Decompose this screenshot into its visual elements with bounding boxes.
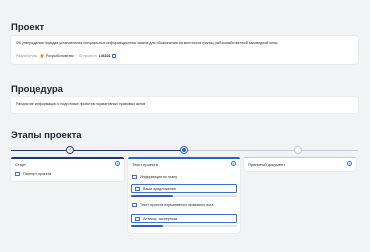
step-final-pending <box>294 146 302 154</box>
developer-name: Росрыболовство <box>45 54 74 58</box>
stage-title-text: Текст проекта <box>132 162 158 167</box>
info-icon[interactable]: i <box>115 161 120 166</box>
stage-column-start: Старт i Паспорт проекта <box>11 157 124 181</box>
developer-label: Разработчик <box>16 54 37 58</box>
stage-info-label: Информация по этапу <box>140 175 178 179</box>
passport-label: Паспорт проекта <box>23 172 52 176</box>
emblem-icon <box>40 54 44 58</box>
stepper-track-pending <box>186 150 358 151</box>
proposals-item[interactable]: Ваши предложения <box>131 184 237 193</box>
procedure-heading: Процедура <box>11 84 63 95</box>
comment-icon <box>135 186 140 191</box>
stepper-track-done <box>11 150 186 151</box>
stage-info-item[interactable]: Информация по этапу <box>132 175 177 179</box>
project-id-label: ID проекта <box>78 54 97 58</box>
stage-column-final: Принятый документ i <box>244 157 356 171</box>
check-document-icon <box>135 216 140 221</box>
current-step-icon <box>182 148 186 152</box>
check-icon: ✓ <box>68 146 72 152</box>
list-icon <box>132 175 137 179</box>
passport-icon <box>15 172 20 176</box>
proposals-progress <box>131 195 237 198</box>
stage-title-start: Старт <box>15 162 26 167</box>
anticorruption-label: Антикор. экспертиза <box>143 216 178 221</box>
stage-title-final: Принятый документ <box>248 162 286 167</box>
stage-column-text: Текст проекта i Информация по этапу Ваши… <box>128 157 240 233</box>
step-start-done: ✓ <box>66 146 74 154</box>
step-text-current <box>180 146 188 154</box>
document-icon <box>132 203 137 207</box>
proposals-label: Ваши предложения <box>143 186 176 191</box>
act-text-label: Текст проекта нормативного правового акт… <box>140 203 214 207</box>
copy-icon[interactable] <box>112 54 116 58</box>
procedure-text: Раскрытие информации о подготовке проект… <box>16 102 146 106</box>
procedure-card: Раскрытие информации о подготовке проект… <box>11 97 358 113</box>
project-id-value: 146331 <box>98 54 111 58</box>
anticorruption-progress <box>131 225 237 228</box>
info-icon[interactable]: i <box>231 161 236 166</box>
project-card: Об утверждении порядка установления спец… <box>11 36 358 64</box>
passport-item[interactable]: Паспорт проекта <box>15 172 51 176</box>
stages-heading: Этапы проекта <box>11 130 82 141</box>
project-heading: Проект <box>11 22 45 33</box>
info-icon[interactable]: i <box>347 161 352 166</box>
anticorruption-item[interactable]: Антикор. экспертиза <box>131 214 237 223</box>
project-meta: Разработчик Росрыболовство ID проекта 14… <box>16 54 116 58</box>
project-title[interactable]: Об утверждении порядка установления спец… <box>16 41 356 45</box>
act-text-item[interactable]: Текст проекта нормативного правового акт… <box>132 203 213 207</box>
